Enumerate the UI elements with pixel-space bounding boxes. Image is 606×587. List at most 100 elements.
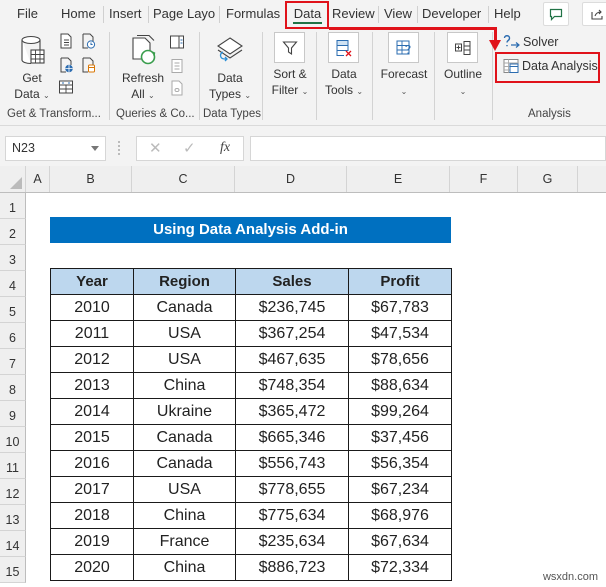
insert-function-icon[interactable]: fx	[220, 140, 230, 156]
cell-region[interactable]: France	[133, 528, 236, 555]
data-types-button[interactable]: Data Types ⌄	[206, 32, 254, 102]
cell-sales[interactable]: $367,254	[235, 320, 349, 347]
queries-connections-icon[interactable]	[169, 34, 185, 50]
formula-input[interactable]	[250, 136, 606, 161]
cell-sales[interactable]: $467,635	[235, 346, 349, 373]
tab-review[interactable]: Review	[332, 0, 375, 28]
cell-sales[interactable]: $775,634	[235, 502, 349, 529]
row-header[interactable]: 9	[0, 401, 26, 427]
formula-bar-grip[interactable]	[118, 141, 120, 155]
from-table-range-icon[interactable]	[58, 79, 74, 95]
cell-profit[interactable]: $67,634	[348, 528, 452, 555]
existing-connections-icon[interactable]	[80, 57, 96, 73]
cell-region[interactable]: China	[133, 502, 236, 529]
cell-profit[interactable]: $68,976	[348, 502, 452, 529]
header-sales[interactable]: Sales	[235, 268, 349, 295]
cell-region[interactable]: Canada	[133, 450, 236, 477]
cell-year[interactable]: 2018	[50, 502, 134, 529]
cell-region[interactable]: Canada	[133, 424, 236, 451]
cell-sales[interactable]: $556,743	[235, 450, 349, 477]
row-header[interactable]: 2	[0, 219, 26, 245]
outline-button[interactable]: Outline ⌄	[440, 32, 486, 102]
cell-profit[interactable]: $67,234	[348, 476, 452, 503]
cell-sales[interactable]: $748,354	[235, 372, 349, 399]
tab-view[interactable]: View	[384, 0, 412, 28]
select-all-button[interactable]	[0, 166, 26, 192]
column-header-c[interactable]: C	[132, 166, 235, 192]
cell-year[interactable]: 2010	[50, 294, 134, 321]
cell-region[interactable]: China	[133, 554, 236, 581]
confirm-entry-icon[interactable]: ✓	[183, 139, 196, 157]
column-header-d[interactable]: D	[235, 166, 347, 192]
row-header[interactable]: 4	[0, 271, 26, 297]
cell-region[interactable]: China	[133, 372, 236, 399]
cell-sales[interactable]: $235,634	[235, 528, 349, 555]
row-header[interactable]: 5	[0, 297, 26, 323]
name-box-dropdown-icon[interactable]	[91, 146, 99, 151]
tab-home[interactable]: Home	[61, 0, 96, 28]
cell-sales[interactable]: $778,655	[235, 476, 349, 503]
header-year[interactable]: Year	[50, 268, 134, 295]
row-header[interactable]: 6	[0, 323, 26, 349]
get-data-button[interactable]: Get Data ⌄	[12, 32, 52, 102]
row-header[interactable]: 3	[0, 245, 26, 271]
cell-region[interactable]: Canada	[133, 294, 236, 321]
cell-profit[interactable]: $88,634	[348, 372, 452, 399]
tab-file[interactable]: File	[17, 0, 38, 28]
from-text-csv-icon[interactable]	[58, 33, 74, 49]
column-header-e[interactable]: E	[347, 166, 450, 192]
refresh-all-button[interactable]: Refresh All ⌄	[120, 32, 166, 102]
forecast-button[interactable]: Forecast ⌄	[378, 32, 430, 102]
cell-year[interactable]: 2014	[50, 398, 134, 425]
cell-sales[interactable]: $665,346	[235, 424, 349, 451]
cell-year[interactable]: 2012	[50, 346, 134, 373]
cell-profit[interactable]: $78,656	[348, 346, 452, 373]
cell-region[interactable]: Ukraine	[133, 398, 236, 425]
cancel-entry-icon[interactable]: ✕	[149, 139, 162, 157]
column-header-f[interactable]: F	[450, 166, 518, 192]
tab-insert[interactable]: Insert	[109, 0, 142, 28]
cell-year[interactable]: 2020	[50, 554, 134, 581]
sort-filter-button[interactable]: Sort & Filter ⌄	[268, 32, 312, 102]
cell-year[interactable]: 2017	[50, 476, 134, 503]
cell-region[interactable]: USA	[133, 346, 236, 373]
cell-sales[interactable]: $365,472	[235, 398, 349, 425]
cell-region[interactable]: USA	[133, 476, 236, 503]
solver-button[interactable]: Solver	[503, 33, 573, 51]
data-tools-button[interactable]: Data Tools ⌄	[322, 32, 366, 102]
name-box[interactable]: N23	[5, 136, 106, 161]
column-header-g[interactable]: G	[518, 166, 578, 192]
tab-page-layout[interactable]: Page Layo	[153, 0, 216, 28]
header-region[interactable]: Region	[133, 268, 236, 295]
properties-icon[interactable]	[169, 58, 185, 74]
recent-sources-icon[interactable]	[80, 33, 96, 49]
tab-developer[interactable]: Developer	[422, 0, 481, 28]
row-header[interactable]: 11	[0, 453, 26, 479]
comments-button[interactable]	[543, 2, 569, 26]
cell-profit[interactable]: $56,354	[348, 450, 452, 477]
cell-year[interactable]: 2011	[50, 320, 134, 347]
column-header-h[interactable]	[578, 166, 606, 192]
cell-year[interactable]: 2016	[50, 450, 134, 477]
row-header[interactable]: 8	[0, 375, 26, 401]
column-header-a[interactable]: A	[26, 166, 50, 192]
cell-sales[interactable]: $886,723	[235, 554, 349, 581]
row-header[interactable]: 13	[0, 505, 26, 531]
cell-profit[interactable]: $47,534	[348, 320, 452, 347]
row-header[interactable]: 14	[0, 531, 26, 557]
cell-region[interactable]: USA	[133, 320, 236, 347]
from-web-icon[interactable]	[58, 57, 74, 73]
cell-profit[interactable]: $99,264	[348, 398, 452, 425]
cell-sales[interactable]: $236,745	[235, 294, 349, 321]
row-header[interactable]: 1	[0, 193, 26, 219]
cell-year[interactable]: 2013	[50, 372, 134, 399]
cell-profit[interactable]: $72,334	[348, 554, 452, 581]
row-header[interactable]: 12	[0, 479, 26, 505]
column-header-b[interactable]: B	[50, 166, 132, 192]
cell-year[interactable]: 2015	[50, 424, 134, 451]
row-header[interactable]: 7	[0, 349, 26, 375]
edit-links-icon[interactable]	[169, 80, 185, 96]
row-header[interactable]: 10	[0, 427, 26, 453]
share-button[interactable]	[582, 2, 606, 26]
cell-year[interactable]: 2019	[50, 528, 134, 555]
